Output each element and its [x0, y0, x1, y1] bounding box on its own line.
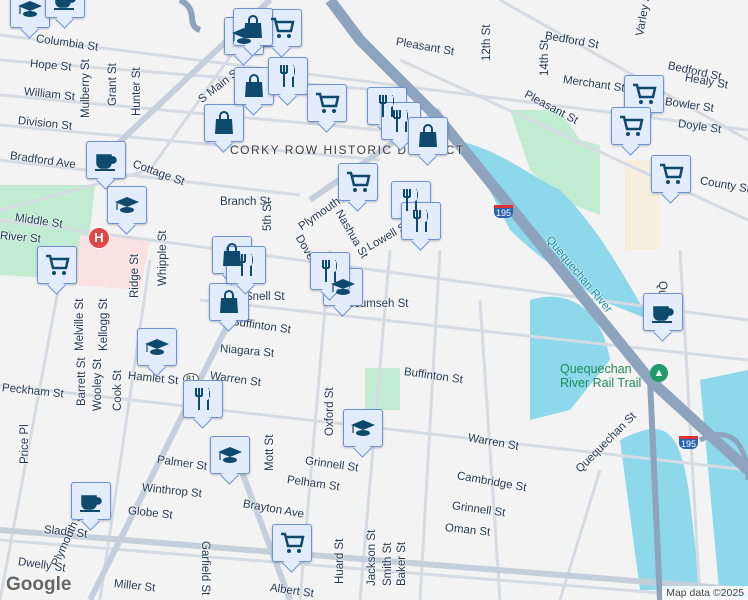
restaurant-icon — [238, 254, 253, 276]
grocery-icon — [660, 163, 684, 184]
street-label: Huard St — [334, 538, 346, 584]
street-label: Snell St — [245, 291, 285, 303]
restaurant-icon — [322, 260, 337, 282]
street-label: Jackson St — [366, 529, 378, 586]
grocery-icon — [271, 17, 295, 38]
poi-marker-cafe[interactable] — [86, 141, 126, 179]
shopping-icon — [419, 124, 437, 147]
school-icon — [115, 197, 139, 213]
poi-marker-shopping[interactable] — [204, 104, 244, 142]
poi-marker-hospital[interactable]: H — [88, 227, 110, 249]
poi-marker-grocery[interactable] — [611, 107, 651, 145]
map-canvas[interactable]: CORKY ROW HISTORIC DISTRICT Quequechan R… — [0, 0, 748, 600]
cafe-icon — [80, 495, 102, 512]
school-icon — [218, 447, 242, 463]
interstate-shield: 195 — [494, 205, 514, 218]
street-label: Oxford St — [324, 387, 336, 436]
shopping-icon — [220, 290, 238, 313]
street-label: Kellogg St — [98, 298, 110, 351]
interstate-shield: 195 — [679, 436, 699, 449]
school-icon — [18, 1, 42, 17]
street-label: Mott St — [264, 434, 276, 471]
street-label: Melville St — [74, 298, 86, 351]
street-label: Cook St — [112, 370, 124, 411]
poi-marker-cafe[interactable] — [71, 482, 111, 520]
street-label: Baker St — [396, 541, 408, 586]
poi-marker-school[interactable] — [137, 328, 177, 366]
cafe-icon — [95, 154, 117, 171]
street-label: Whipple St — [157, 230, 169, 286]
street-label: 14th St — [539, 39, 551, 76]
hospital-icon: H — [94, 230, 104, 245]
poi-marker-grocery[interactable] — [307, 84, 347, 122]
school-icon — [351, 420, 375, 436]
poi-marker-school[interactable] — [343, 409, 383, 447]
street-label: Grant St — [107, 63, 119, 106]
shopping-icon — [245, 74, 263, 97]
restaurant-icon — [195, 388, 210, 410]
school-icon — [145, 339, 169, 355]
google-logo: Google — [6, 574, 72, 595]
street-label: Mulberry St — [80, 59, 92, 118]
street-label: Garfield St — [199, 541, 211, 596]
street-label: 5th St — [262, 200, 274, 231]
poi-marker-restaurant[interactable] — [183, 380, 223, 418]
grocery-icon — [347, 171, 371, 192]
grocery-icon — [46, 254, 70, 275]
grocery-icon — [281, 532, 305, 553]
poi-marker-cafe[interactable] — [643, 293, 683, 331]
poi-marker-grocery[interactable] — [272, 524, 312, 562]
street-label: Wooley St — [92, 358, 104, 411]
poi-marker-school[interactable] — [107, 186, 147, 224]
street-label: Price Pl — [19, 424, 31, 464]
poi-marker-grocery[interactable] — [651, 155, 691, 193]
poi-marker-shopping[interactable] — [408, 117, 448, 155]
poi-marker-cafe[interactable] — [45, 0, 85, 18]
street-label: Hunter St — [131, 67, 143, 116]
restaurant-icon — [393, 110, 408, 132]
shopping-icon — [215, 111, 233, 134]
poi-marker-grocery[interactable] — [338, 163, 378, 201]
cafe-icon — [54, 0, 76, 10]
restaurant-icon — [413, 210, 428, 232]
park-label: Quequechan River Rail Trail — [560, 362, 642, 390]
restaurant-icon — [280, 65, 295, 87]
shopping-icon — [244, 15, 262, 38]
street-label: 12th St — [481, 24, 493, 61]
cafe-icon — [652, 306, 674, 323]
poi-marker-restaurant[interactable] — [268, 57, 308, 95]
poi-marker-school[interactable] — [210, 436, 250, 474]
grocery-icon — [620, 115, 644, 136]
poi-marker-school[interactable] — [10, 0, 50, 28]
grocery-icon — [316, 92, 340, 113]
map-attribution[interactable]: Map data ©2025 — [662, 586, 748, 600]
street-label: Ridge St — [129, 253, 141, 298]
poi-marker-grocery[interactable] — [37, 246, 77, 284]
grocery-icon — [633, 83, 657, 104]
street-label: Barrett St — [76, 357, 88, 406]
street-label: Smith St — [382, 542, 394, 586]
park-icon: ▲ — [650, 364, 668, 382]
